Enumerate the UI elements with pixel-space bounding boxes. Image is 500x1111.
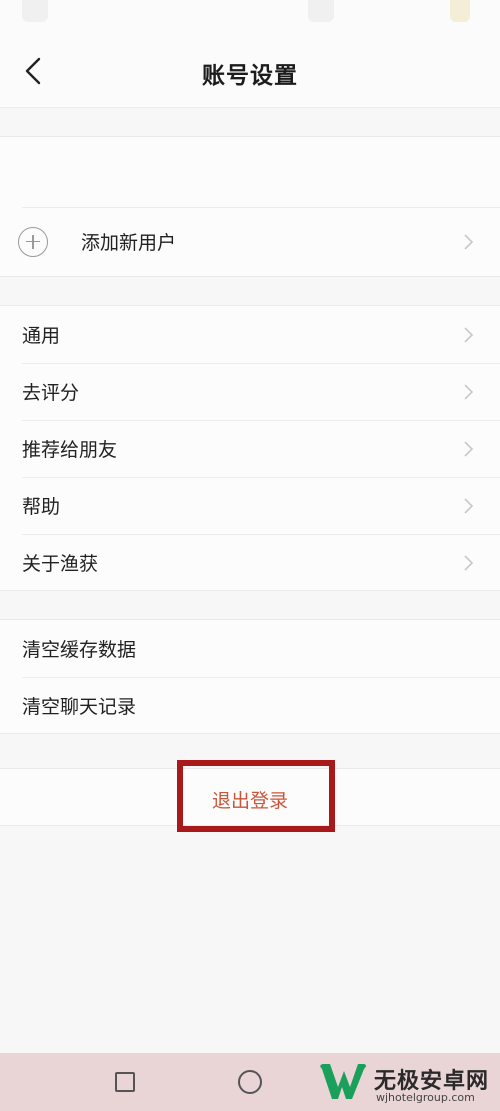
menu-item-label: 帮助 bbox=[22, 496, 61, 518]
menu-item-clear-cache[interactable]: 清空缓存数据 bbox=[0, 620, 500, 677]
add-user-label: 添加新用户 bbox=[81, 232, 177, 254]
status-icon bbox=[22, 0, 48, 22]
menu-item-label: 通用 bbox=[22, 325, 61, 347]
menu-item-label: 清空缓存数据 bbox=[22, 639, 137, 661]
menu-item-rate[interactable]: 去评分 bbox=[0, 363, 500, 420]
home-button[interactable] bbox=[238, 1070, 262, 1094]
menu-item-clear-chat[interactable]: 清空聊天记录 bbox=[0, 677, 500, 734]
menu-item-recommend[interactable]: 推荐给朋友 bbox=[0, 420, 500, 477]
chevron-right-icon bbox=[464, 233, 474, 250]
status-icon bbox=[308, 0, 334, 22]
menu-item-label: 清空聊天记录 bbox=[22, 696, 137, 718]
page-title: 账号设置 bbox=[202, 63, 298, 89]
watermark-url: wjhotelgroup.com bbox=[376, 1091, 475, 1104]
watermark: 无极安卓网 wjhotelgroup.com bbox=[312, 1055, 500, 1111]
recent-apps-button[interactable] bbox=[115, 1072, 135, 1092]
add-circle-icon bbox=[18, 226, 48, 257]
menu-item-general[interactable]: 通用 bbox=[0, 306, 500, 363]
data-group: 清空缓存数据 清空聊天记录 bbox=[0, 619, 500, 734]
account-row-blank[interactable] bbox=[0, 137, 500, 207]
watermark-logo-icon bbox=[320, 1064, 366, 1099]
chevron-right-icon bbox=[464, 383, 474, 400]
menu-item-label: 推荐给朋友 bbox=[22, 439, 118, 461]
chevron-right-icon bbox=[464, 554, 474, 571]
status-icon bbox=[450, 0, 470, 22]
account-group: 添加新用户 bbox=[0, 136, 500, 277]
general-group: 通用 去评分 推荐给朋友 帮助 关于渔获 bbox=[0, 305, 500, 591]
chevron-right-icon bbox=[464, 440, 474, 457]
menu-item-label: 关于渔获 bbox=[22, 553, 99, 575]
menu-item-help[interactable]: 帮助 bbox=[0, 477, 500, 534]
status-bar bbox=[0, 0, 500, 30]
logout-button[interactable]: 退出登录 bbox=[0, 786, 500, 813]
app-header: 账号设置 bbox=[0, 30, 500, 108]
menu-item-about[interactable]: 关于渔获 bbox=[0, 534, 500, 591]
logout-row: 退出登录 bbox=[0, 768, 500, 826]
chevron-right-icon bbox=[464, 497, 474, 514]
add-user-row[interactable]: 添加新用户 bbox=[0, 207, 500, 276]
chevron-right-icon bbox=[464, 326, 474, 343]
menu-item-label: 去评分 bbox=[22, 382, 80, 404]
